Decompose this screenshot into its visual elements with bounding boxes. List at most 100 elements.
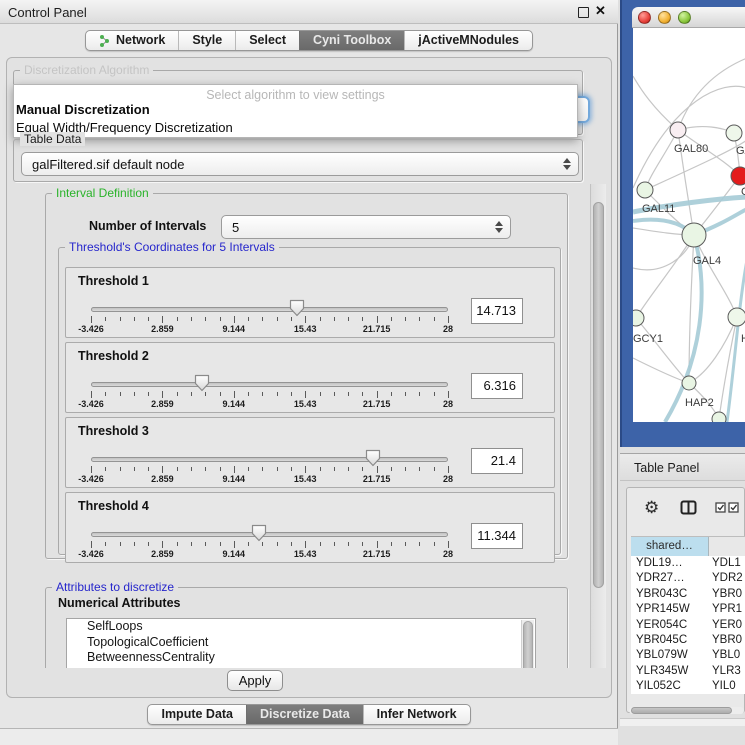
tick-label: -3.426 xyxy=(78,549,104,559)
gear-icon[interactable]: ⚙ xyxy=(644,498,659,518)
float-window-icon[interactable] xyxy=(578,7,589,18)
slider-tick xyxy=(448,466,449,473)
tab-style[interactable]: Style xyxy=(178,31,235,50)
minimize-light-icon[interactable] xyxy=(658,11,671,24)
tab-jactivemnodules[interactable]: jActiveMNodules xyxy=(404,31,532,50)
slider-tick xyxy=(234,316,235,323)
scrollbar-thumb[interactable] xyxy=(631,707,732,714)
table-row[interactable]: YBR043CYBR0 xyxy=(631,587,745,602)
slider-tick xyxy=(362,542,363,546)
table-row[interactable]: YDL19…YDL1 xyxy=(631,556,745,571)
threshold-panel: Threshold 2-3.4262.8599.14415.4321.71528… xyxy=(65,342,555,413)
network-node-gal11[interactable] xyxy=(637,182,653,198)
network-node-ga[interactable] xyxy=(726,125,742,141)
cell-name: YIL0 xyxy=(712,679,736,694)
network-node-gcy1[interactable] xyxy=(633,310,644,326)
threshold-value-field[interactable]: 21.4 xyxy=(471,448,523,474)
network-canvas[interactable]: GAL80GACGAL11GAL4GCY1HHAP2 xyxy=(633,28,745,422)
tab-select[interactable]: Select xyxy=(235,31,299,50)
close-icon[interactable]: ✕ xyxy=(595,3,606,19)
vertical-scrollbar[interactable] xyxy=(590,184,606,668)
tab-label: jActiveMNodules xyxy=(418,31,519,50)
numerical-attributes-list[interactable]: SelfLoopsTopologicalCoefficientBetweenne… xyxy=(66,618,536,668)
table-row[interactable]: YPR145WYPR1 xyxy=(631,602,745,617)
slider-thumb[interactable] xyxy=(365,449,381,467)
close-light-icon[interactable] xyxy=(638,11,651,24)
slider-tick xyxy=(162,316,163,323)
table-row[interactable]: YBL079WYBL0 xyxy=(631,648,745,663)
slider-thumb[interactable] xyxy=(194,374,210,392)
columns-icon[interactable] xyxy=(680,500,697,515)
tab-impute-data[interactable]: Impute Data xyxy=(148,705,246,724)
checkbox-icon[interactable] xyxy=(728,502,739,513)
scrollbar-thumb[interactable] xyxy=(593,202,604,588)
network-node-gal4[interactable] xyxy=(682,223,706,247)
tab-label: Discretize Data xyxy=(260,705,350,724)
number-of-intervals-label: Number of Intervals xyxy=(89,219,206,233)
table-data-combobox[interactable]: galFiltered.sif default node xyxy=(21,152,579,176)
network-node-hap2[interactable] xyxy=(682,376,696,390)
horizontal-scrollbar[interactable] xyxy=(629,707,744,714)
slider-tick xyxy=(262,392,263,396)
slider-tick xyxy=(334,317,335,321)
slider-tick xyxy=(277,467,278,471)
slider-thumb[interactable] xyxy=(289,299,305,317)
table-row[interactable]: YER054CYER0 xyxy=(631,618,745,633)
tick-label: 15.43 xyxy=(294,474,317,484)
slider-tick xyxy=(305,466,306,473)
table-row[interactable]: YLR345WYLR3 xyxy=(631,664,745,679)
settings-scroll-viewport: Interval Definition Number of Intervals … xyxy=(10,184,586,668)
network-node-h[interactable] xyxy=(728,308,745,326)
slider-tick xyxy=(291,467,292,471)
cell-shared-name: YBR043C xyxy=(636,587,687,602)
dropdown-option[interactable]: Manual Discretization xyxy=(16,102,150,117)
tab-label: Cyni Toolbox xyxy=(313,31,391,50)
zoom-light-icon[interactable] xyxy=(678,11,691,24)
network-node-gal80[interactable] xyxy=(670,122,686,138)
attribute-list-item[interactable]: TopologicalCoefficient xyxy=(67,635,535,651)
slider-track[interactable] xyxy=(91,382,448,387)
apply-button[interactable]: Apply xyxy=(227,670,283,691)
table-rows[interactable]: YDL19…YDL1YDR27…YDR2YBR043CYBR0YPR145WYP… xyxy=(631,556,745,694)
control-panel-titlebar: Control Panel ✕ xyxy=(0,0,618,24)
group-title: Table Data xyxy=(20,132,85,146)
slider-tick xyxy=(205,467,206,471)
checkbox-icon[interactable] xyxy=(715,502,726,513)
tick-label: -3.426 xyxy=(78,324,104,334)
slider-track[interactable] xyxy=(91,457,448,462)
network-node[interactable] xyxy=(712,412,726,422)
threshold-value-field[interactable]: 11.344 xyxy=(471,523,523,549)
network-node-c[interactable] xyxy=(731,167,745,185)
slider-tick xyxy=(177,392,178,396)
tab-network[interactable]: Network xyxy=(86,31,178,50)
slider-tick xyxy=(105,392,106,396)
attribute-list-item[interactable]: BetweennessCentrality xyxy=(67,650,535,666)
dropdown-hint: Select algorithm to view settings xyxy=(14,88,577,102)
tab-discretize-data[interactable]: Discretize Data xyxy=(246,705,363,724)
attribute-list-item[interactable]: SelfLoops xyxy=(67,619,535,635)
column-header-shared-name[interactable]: shared… xyxy=(631,537,709,556)
threshold-value-field[interactable]: 14.713 xyxy=(471,298,523,324)
column-header-name[interactable]: na xyxy=(709,537,745,556)
cell-shared-name: YLR345W xyxy=(636,664,688,679)
table-row[interactable]: YBR045CYBR0 xyxy=(631,633,745,648)
slider-tick xyxy=(348,392,349,396)
tick-label: 9.144 xyxy=(223,549,246,559)
cell-shared-name: YIL052C xyxy=(636,679,681,694)
threshold-label: Threshold 4 xyxy=(78,499,149,513)
table-row[interactable]: YIL052C YIL0 xyxy=(631,679,745,694)
network-window-titlebar xyxy=(632,7,745,28)
slider-thumb[interactable] xyxy=(251,524,267,542)
list-scrollbar[interactable] xyxy=(521,620,534,668)
slider-tick xyxy=(348,467,349,471)
tab-cyni-toolbox[interactable]: Cyni Toolbox xyxy=(299,31,404,50)
slider-track[interactable] xyxy=(91,532,448,537)
tab-infer-network[interactable]: Infer Network xyxy=(363,705,470,724)
slider-track[interactable] xyxy=(91,307,448,312)
table-panel-titlebar: Table Panel xyxy=(620,453,745,481)
slider-tick xyxy=(448,391,449,398)
threshold-value-field[interactable]: 6.316 xyxy=(471,373,523,399)
number-of-intervals-combobox[interactable]: 5 xyxy=(221,215,511,239)
scrollbar-thumb[interactable] xyxy=(523,621,533,668)
table-row[interactable]: YDR27…YDR2 xyxy=(631,571,745,586)
